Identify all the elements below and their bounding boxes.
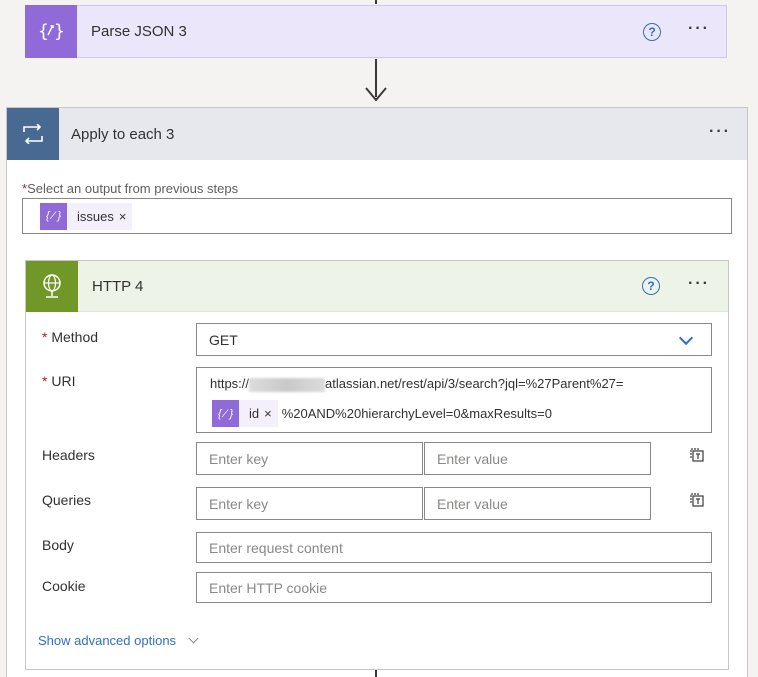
text-mode-icon[interactable] — [689, 447, 705, 463]
apply-to-each-card[interactable]: Apply to each 3 ··· *Select an output fr… — [6, 107, 748, 677]
body-label: Body — [42, 537, 74, 553]
token-issues[interactable]: { ⁄ } issues × — [40, 202, 133, 230]
connector-top — [375, 0, 377, 4]
text-mode-icon[interactable] — [689, 492, 705, 508]
connector-bottom — [375, 670, 377, 677]
select-output-label: *Select an output from previous steps — [22, 181, 239, 196]
parse-json-card[interactable]: { } Parse JSON 3 ? ··· — [25, 4, 727, 58]
arrow-down-icon — [365, 87, 387, 102]
headers-key-input[interactable]: Enter key — [196, 442, 423, 475]
uri-input[interactable]: https://atlassian.net/rest/api/3/search?… — [196, 367, 712, 433]
chevron-down-icon — [188, 633, 199, 644]
remove-token-icon[interactable]: × — [264, 406, 278, 421]
method-value: GET — [209, 331, 238, 348]
apply-to-each-title: Apply to each 3 — [71, 125, 175, 143]
method-select[interactable]: GET — [196, 323, 712, 356]
apply-to-each-header[interactable]: Apply to each 3 ··· — [7, 108, 747, 160]
cookie-input[interactable]: Enter HTTP cookie — [196, 572, 712, 603]
more-options-icon[interactable]: ··· — [688, 275, 710, 293]
parse-json-title: Parse JSON 3 — [91, 23, 187, 40]
select-output-input[interactable]: { ⁄ } issues × — [22, 198, 732, 234]
uri-suffix: %20AND%20hierarchyLevel=0&maxResults=0 — [281, 406, 552, 421]
parse-json-icon: { } — [25, 4, 77, 58]
help-icon[interactable]: ? — [643, 23, 661, 41]
http-title: HTTP 4 — [92, 277, 144, 295]
more-options-icon[interactable]: ··· — [709, 123, 731, 141]
expression-icon: { ⁄ } — [212, 400, 239, 427]
svg-text:{: { — [38, 21, 49, 42]
queries-key-input[interactable]: Enter key — [196, 487, 423, 520]
http-header[interactable]: HTTP 4 ? ··· — [26, 260, 728, 312]
body-input[interactable]: Enter request content — [196, 532, 712, 563]
help-icon[interactable]: ? — [642, 277, 660, 295]
uri-line-1: https://atlassian.net/rest/api/3/search?… — [210, 376, 624, 392]
remove-token-icon[interactable]: × — [119, 209, 133, 224]
more-options-icon[interactable]: ··· — [688, 20, 710, 38]
token-id[interactable]: { ⁄ } id × — [212, 400, 278, 427]
svg-text:}: } — [54, 21, 64, 42]
globe-icon — [26, 260, 78, 312]
chevron-down-icon[interactable] — [678, 330, 694, 346]
loop-icon — [7, 108, 59, 160]
uri-line-2: { ⁄ } id × %20AND%20hierarchyLevel=0&max… — [212, 400, 552, 427]
expression-icon: { ⁄ } — [40, 202, 67, 230]
token-label: id — [249, 406, 260, 421]
queries-value-input[interactable]: Enter value — [424, 487, 651, 520]
queries-label: Queries — [42, 492, 92, 508]
http-card[interactable]: HTTP 4 ? ··· * Method GET * URI https://… — [25, 260, 729, 670]
token-label: issues — [77, 208, 114, 224]
show-advanced-options-link[interactable]: Show advanced options — [38, 633, 199, 648]
method-label: * Method — [42, 329, 99, 345]
redacted-text — [249, 377, 326, 392]
cookie-label: Cookie — [42, 578, 86, 594]
uri-label: * URI — [42, 373, 76, 389]
headers-label: Headers — [42, 447, 95, 463]
headers-value-input[interactable]: Enter value — [424, 442, 651, 475]
